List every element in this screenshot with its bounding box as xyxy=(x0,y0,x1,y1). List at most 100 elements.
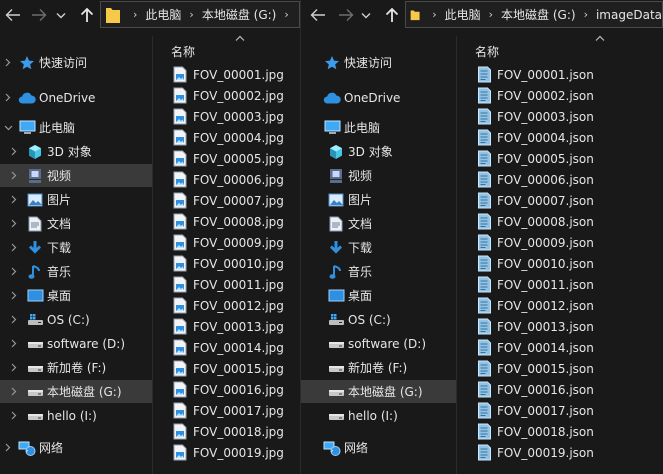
file-row[interactable]: FOV_00007.jpg xyxy=(153,190,300,211)
expand-toggle[interactable] xyxy=(8,236,20,259)
file-row[interactable]: FOV_00012.json xyxy=(457,295,663,316)
column-header[interactable]: 名称 xyxy=(153,35,300,64)
nav-item-drive-f[interactable]: 新加卷 (F:) xyxy=(301,356,456,379)
file-row[interactable]: FOV_00010.jpg xyxy=(153,253,300,274)
nav-item-network[interactable]: 网络 xyxy=(0,436,152,459)
file-row[interactable]: FOV_00011.json xyxy=(457,274,663,295)
expand-toggle[interactable] xyxy=(2,436,14,459)
file-row[interactable]: FOV_00002.jpg xyxy=(153,85,300,106)
file-row[interactable]: FOV_00006.jpg xyxy=(153,169,300,190)
breadcrumb-imagedata[interactable]: imageData xyxy=(596,8,662,22)
file-row[interactable]: FOV_00017.jpg xyxy=(153,400,300,421)
file-row[interactable]: FOV_00019.json xyxy=(457,442,663,463)
nav-item-videos[interactable]: 视频 xyxy=(301,164,456,187)
nav-item-desktop[interactable]: 桌面 xyxy=(301,284,456,307)
nav-item-documents[interactable]: 文档 xyxy=(301,212,456,235)
file-row[interactable]: FOV_00009.json xyxy=(457,232,663,253)
nav-item-quick-access[interactable]: 快速访问 xyxy=(301,51,456,74)
nav-item-drive-f[interactable]: 新加卷 (F:) xyxy=(0,356,152,379)
nav-item-drive-i[interactable]: hello (I:) xyxy=(0,404,152,427)
expand-toggle[interactable] xyxy=(2,51,14,74)
file-row[interactable]: FOV_00016.json xyxy=(457,379,663,400)
forward-button[interactable] xyxy=(335,4,357,26)
expand-toggle[interactable] xyxy=(8,356,20,379)
expand-toggle[interactable] xyxy=(8,332,20,355)
file-row[interactable]: FOV_00010.json xyxy=(457,253,663,274)
file-row[interactable]: FOV_00015.jpg xyxy=(153,358,300,379)
nav-item-music[interactable]: 音乐 xyxy=(0,260,152,283)
nav-item-drive-i[interactable]: hello (I:) xyxy=(301,404,456,427)
file-row[interactable]: FOV_00005.jpg xyxy=(153,148,300,169)
expand-toggle[interactable] xyxy=(8,284,20,307)
nav-item-onedrive[interactable]: OneDrive xyxy=(301,86,456,109)
back-button[interactable] xyxy=(307,4,329,26)
nav-item-pictures[interactable]: 图片 xyxy=(301,188,456,211)
file-row[interactable]: FOV_00016.jpg xyxy=(153,379,300,400)
file-row[interactable]: FOV_00014.json xyxy=(457,337,663,358)
forward-button[interactable] xyxy=(28,4,50,26)
collapse-toggle[interactable] xyxy=(2,116,14,139)
file-row[interactable]: FOV_00001.jpg xyxy=(153,64,300,85)
file-row[interactable]: FOV_00018.jpg xyxy=(153,421,300,442)
file-row[interactable]: FOV_00004.json xyxy=(457,127,663,148)
nav-item-music[interactable]: 音乐 xyxy=(301,260,456,283)
nav-item-drive-d[interactable]: software (D:) xyxy=(0,332,152,355)
nav-item-this-pc[interactable]: 此电脑 xyxy=(301,116,456,139)
expand-toggle[interactable] xyxy=(8,140,20,163)
file-row[interactable]: FOV_00011.jpg xyxy=(153,274,300,295)
nav-item-pictures[interactable]: 图片 xyxy=(0,188,152,211)
nav-item-network[interactable]: 网络 xyxy=(301,436,456,459)
file-row[interactable]: FOV_00013.json xyxy=(457,316,663,337)
back-button[interactable] xyxy=(2,4,24,26)
expand-toggle[interactable] xyxy=(8,308,20,331)
nav-item-videos[interactable]: 视频 xyxy=(0,164,152,187)
file-row[interactable]: FOV_00015.json xyxy=(457,358,663,379)
nav-item-documents[interactable]: 文档 xyxy=(0,212,152,235)
column-header-name[interactable]: 名称 xyxy=(475,43,499,60)
nav-item-drive-c[interactable]: OS (C:) xyxy=(0,308,152,331)
breadcrumb-drive-g[interactable]: 本地磁盘 (G:) xyxy=(501,6,576,23)
file-row[interactable]: FOV_00013.jpg xyxy=(153,316,300,337)
expand-toggle[interactable] xyxy=(2,86,14,109)
nav-item-3d-objects[interactable]: 3D 对象 xyxy=(301,140,456,163)
breadcrumb-this-pc[interactable]: 此电脑 xyxy=(445,6,481,23)
nav-item-downloads[interactable]: 下载 xyxy=(301,236,456,259)
nav-item-drive-c[interactable]: OS (C:) xyxy=(301,308,456,331)
expand-toggle[interactable] xyxy=(8,188,20,211)
nav-item-downloads[interactable]: 下载 xyxy=(0,236,152,259)
column-header[interactable]: 名称 xyxy=(457,35,663,64)
expand-toggle[interactable] xyxy=(8,380,20,403)
file-row[interactable]: FOV_00009.jpg xyxy=(153,232,300,253)
recent-locations-button[interactable] xyxy=(54,4,68,26)
file-row[interactable]: FOV_00001.json xyxy=(457,64,663,85)
breadcrumb-this-pc[interactable]: 此电脑 xyxy=(145,6,181,23)
file-row[interactable]: FOV_00006.json xyxy=(457,169,663,190)
column-header-name[interactable]: 名称 xyxy=(171,43,195,60)
file-row[interactable]: FOV_00019.jpg xyxy=(153,442,300,463)
file-row[interactable]: FOV_00004.jpg xyxy=(153,127,300,148)
nav-item-quick-access[interactable]: 快速访问 xyxy=(0,51,152,74)
up-button[interactable] xyxy=(381,4,403,26)
file-row[interactable]: FOV_00008.jpg xyxy=(153,211,300,232)
file-row[interactable]: FOV_00007.json xyxy=(457,190,663,211)
nav-item-this-pc[interactable]: 此电脑 xyxy=(0,116,152,139)
expand-toggle[interactable] xyxy=(8,260,20,283)
nav-item-desktop[interactable]: 桌面 xyxy=(0,284,152,307)
breadcrumb-drive-g[interactable]: 本地磁盘 (G:) xyxy=(202,6,277,23)
file-row[interactable]: FOV_00005.json xyxy=(457,148,663,169)
file-row[interactable]: FOV_00017.json xyxy=(457,400,663,421)
file-row[interactable]: FOV_00014.jpg xyxy=(153,337,300,358)
file-row[interactable]: FOV_00003.json xyxy=(457,106,663,127)
nav-item-onedrive[interactable]: OneDrive xyxy=(0,86,152,109)
nav-item-drive-g[interactable]: 本地磁盘 (G:) xyxy=(301,380,456,403)
expand-toggle[interactable] xyxy=(8,164,20,187)
expand-toggle[interactable] xyxy=(8,212,20,235)
file-row[interactable]: FOV_00018.json xyxy=(457,421,663,442)
expand-toggle[interactable] xyxy=(8,404,20,427)
recent-locations-button[interactable] xyxy=(359,4,373,26)
up-button[interactable] xyxy=(76,4,98,26)
nav-item-drive-d[interactable]: software (D:) xyxy=(301,332,456,355)
file-row[interactable]: FOV_00012.jpg xyxy=(153,295,300,316)
file-row[interactable]: FOV_00008.json xyxy=(457,211,663,232)
file-row[interactable]: FOV_00002.json xyxy=(457,85,663,106)
